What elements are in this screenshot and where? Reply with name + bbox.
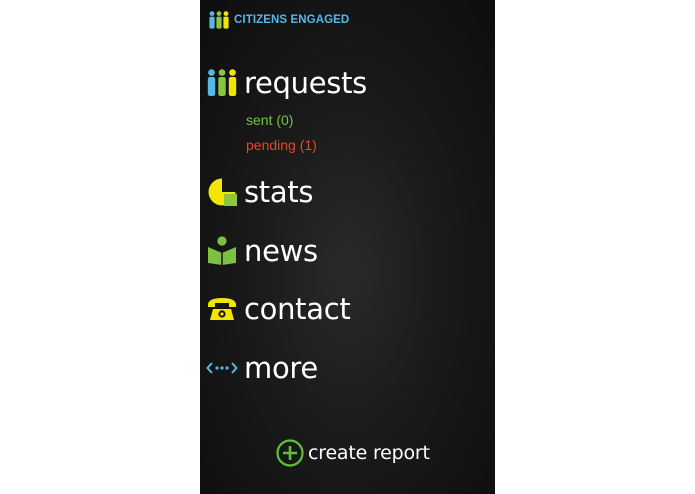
menu-label-stats: stats: [244, 175, 314, 209]
menu-label-contact: contact: [244, 292, 351, 326]
menu-label-more: more: [244, 351, 318, 385]
requests-pending-link[interactable]: pending (1): [246, 137, 317, 153]
menu-item-contact[interactable]: contact: [206, 292, 351, 326]
ellipsis-arrows-icon: [206, 353, 238, 383]
phone-screen: CITIZENS ENGAGED requests sent (0) pendi…: [200, 0, 495, 494]
plus-circle-icon: [276, 439, 304, 467]
menu-item-requests[interactable]: requests: [206, 68, 367, 98]
telephone-icon: [206, 294, 238, 324]
menu-label-news: news: [244, 234, 318, 268]
three-people-icon: [208, 11, 230, 29]
pie-chart-icon: [206, 177, 238, 207]
menu-label-requests: requests: [244, 66, 367, 100]
create-report-button[interactable]: create report: [276, 439, 430, 467]
app-title: CITIZENS ENGAGED: [234, 14, 350, 26]
menu-item-more[interactable]: more: [206, 353, 318, 383]
reader-icon: [206, 236, 238, 266]
three-people-icon: [206, 68, 238, 98]
app-header: CITIZENS ENGAGED: [208, 10, 349, 30]
requests-sent-link[interactable]: sent (0): [246, 112, 293, 128]
menu-item-stats[interactable]: stats: [206, 175, 314, 209]
menu-item-news[interactable]: news: [206, 236, 318, 266]
create-report-label: create report: [308, 442, 430, 464]
